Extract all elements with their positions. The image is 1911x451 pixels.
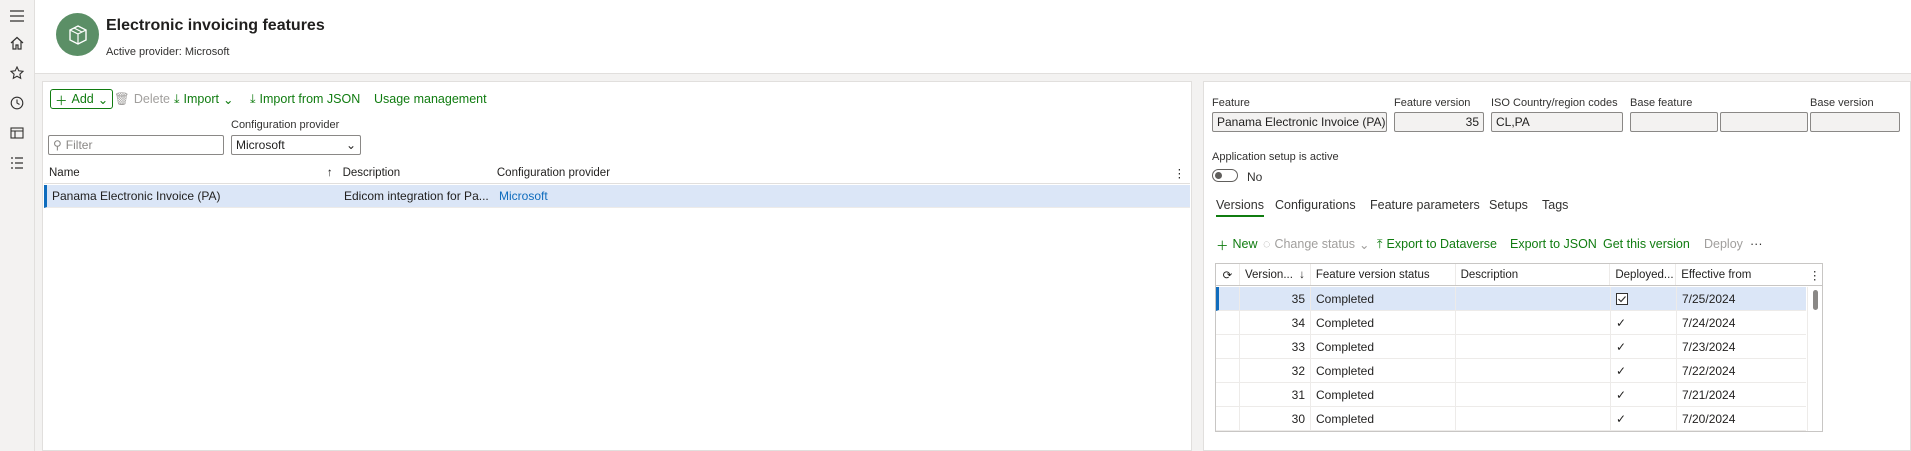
refresh-icon[interactable]: ⟳	[1216, 264, 1240, 285]
new-version-button[interactable]: ＋ New	[1216, 234, 1258, 254]
clock-icon[interactable]	[7, 93, 27, 113]
feature-label: Feature	[1212, 97, 1250, 109]
tab-tags[interactable]: Tags	[1542, 198, 1568, 212]
usage-management-button[interactable]: Usage management	[374, 89, 487, 109]
import-button[interactable]: ⤓ Import ⌄	[174, 89, 233, 109]
page-header: Electronic invoicing features Active pro…	[35, 0, 1911, 74]
base-feature-label: Base feature	[1630, 97, 1693, 109]
list-icon[interactable]	[7, 153, 27, 173]
workspace-icon[interactable]	[7, 123, 27, 143]
delete-button[interactable]: 🗑 Delete	[114, 89, 170, 109]
hamburger-icon[interactable]	[7, 6, 27, 26]
check-icon: ✓	[1611, 359, 1677, 382]
active-provider-text: Active provider: Microsoft	[106, 46, 230, 58]
plus-icon: ＋	[1216, 238, 1229, 253]
filter-input[interactable]: ⚲ Filter	[48, 135, 224, 155]
chevron-down-icon: ⌄	[345, 138, 356, 152]
tab-feature-parameters[interactable]: Feature parameters	[1370, 198, 1480, 212]
upload-icon: ⤒	[1377, 236, 1383, 251]
features-grid-header: Name ↑ Description Configuration provide…	[44, 162, 1190, 184]
deploy-button[interactable]: Deploy	[1704, 234, 1743, 254]
feature-field[interactable]: Panama Electronic Invoice (PA)	[1212, 112, 1387, 132]
tab-versions[interactable]: Versions	[1216, 198, 1264, 217]
versions-grid-header: ⟳ Version... ↓ Feature version status De…	[1216, 264, 1822, 286]
feature-details-panel: Feature Panama Electronic Invoice (PA) F…	[1203, 81, 1911, 451]
setup-active-state: No	[1247, 170, 1263, 184]
feature-version-label: Feature version	[1394, 97, 1471, 109]
download-icon: ⤓	[250, 91, 256, 106]
sort-ascending-icon: ↑	[326, 166, 333, 179]
iso-codes-label: ISO Country/region codes	[1491, 97, 1618, 109]
base-feature-field[interactable]	[1630, 112, 1718, 132]
column-header-name[interactable]: Name ↑	[44, 162, 338, 183]
column-header-effective-from[interactable]: Effective from	[1676, 264, 1804, 285]
versions-grid: ⟳ Version... ↓ Feature version status De…	[1215, 263, 1823, 432]
tab-setups[interactable]: Setups	[1489, 198, 1528, 212]
column-header-description[interactable]: Description	[1456, 264, 1611, 285]
table-row[interactable]: 31 Completed ✓ 7/21/2024	[1216, 383, 1806, 407]
provider-link[interactable]: Microsoft	[494, 185, 694, 207]
scrollbar-thumb[interactable]	[1813, 290, 1818, 310]
export-to-dataverse-button[interactable]: ⤒ Export to Dataverse	[1377, 234, 1497, 254]
trash-icon: 🗑	[114, 91, 130, 106]
loading-icon: ◌	[1263, 237, 1271, 251]
column-options-icon[interactable]: ⋮	[1804, 264, 1822, 285]
more-actions-icon[interactable]: ···	[1750, 234, 1763, 254]
feature-version-field[interactable]: 35	[1394, 112, 1484, 132]
base-version-label: Base version	[1810, 97, 1874, 109]
plus-icon: ＋	[55, 93, 68, 108]
chevron-down-icon: ⌄	[97, 92, 109, 107]
page-title: Electronic invoicing features	[106, 17, 325, 34]
column-header-status[interactable]: Feature version status	[1311, 264, 1456, 285]
change-status-button[interactable]: ◌ Change status ⌄	[1263, 234, 1370, 254]
versions-scrollbar[interactable]	[1807, 287, 1822, 431]
setup-active-toggle[interactable]	[1212, 169, 1238, 182]
home-icon[interactable]	[7, 33, 27, 53]
sort-descending-icon: ↓	[1299, 268, 1305, 281]
get-this-version-button[interactable]: Get this version	[1603, 234, 1690, 254]
config-provider-select[interactable]: Microsoft ⌄	[231, 135, 361, 155]
config-provider-label: Configuration provider	[231, 119, 340, 131]
iso-codes-field[interactable]: CL,PA	[1491, 112, 1623, 132]
table-row[interactable]: 33 Completed ✓ 7/23/2024	[1216, 335, 1806, 359]
setup-active-label: Application setup is active	[1212, 151, 1339, 163]
table-row[interactable]: 30 Completed ✓ 7/20/2024	[1216, 407, 1806, 431]
column-header-deployed[interactable]: Deployed...	[1610, 264, 1677, 285]
add-button[interactable]: ＋ Add ⌄	[50, 89, 114, 109]
column-header-config-provider[interactable]: Configuration provider	[492, 162, 1169, 183]
table-row[interactable]: 34 Completed ✓ 7/24/2024	[1216, 311, 1806, 335]
table-row[interactable]: 32 Completed ✓ 7/22/2024	[1216, 359, 1806, 383]
chevron-down-icon: ⌄	[222, 92, 234, 107]
check-icon: ✓	[1611, 383, 1677, 406]
chevron-down-icon: ⌄	[1359, 237, 1370, 252]
search-icon: ⚲	[53, 138, 62, 152]
table-row[interactable]: 35 Completed 7/25/2024	[1216, 287, 1806, 311]
column-options-icon[interactable]: ⋮	[1169, 162, 1190, 183]
table-row[interactable]: Panama Electronic Invoice (PA) Edicom in…	[44, 185, 1190, 208]
base-version-field[interactable]	[1810, 112, 1900, 132]
features-list-panel: ＋ Add ⌄ 🗑 Delete ⤓ Import ⌄ ⤓ Import fro…	[42, 81, 1192, 451]
download-icon: ⤓	[174, 91, 180, 106]
check-icon: ✓	[1611, 335, 1677, 358]
star-icon[interactable]	[7, 63, 27, 83]
import-from-json-button[interactable]: ⤓ Import from JSON	[250, 89, 360, 109]
package-logo-icon	[56, 13, 99, 56]
deployed-checkbox[interactable]	[1611, 287, 1677, 310]
navigation-bar	[0, 0, 35, 451]
column-header-description[interactable]: Description	[338, 162, 492, 183]
base-feature-name-field[interactable]	[1720, 112, 1808, 132]
export-to-json-button[interactable]: Export to JSON	[1510, 234, 1597, 254]
tab-configurations[interactable]: Configurations	[1275, 198, 1356, 212]
check-icon: ✓	[1611, 407, 1677, 430]
column-header-version[interactable]: Version... ↓	[1240, 264, 1311, 285]
check-icon: ✓	[1611, 311, 1677, 334]
